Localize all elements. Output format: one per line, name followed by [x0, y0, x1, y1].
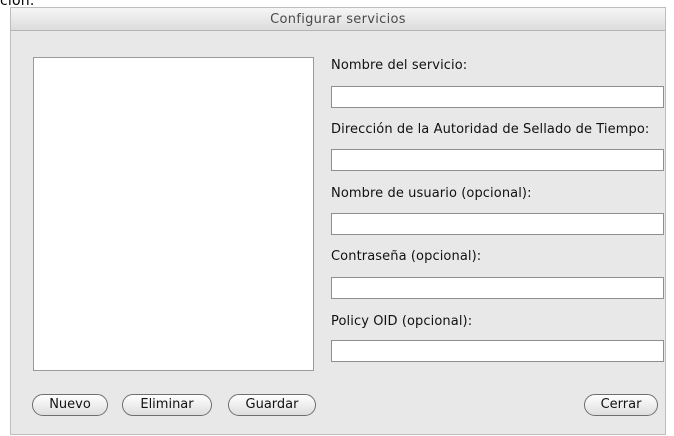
dialog-title: Configurar servicios	[11, 8, 665, 31]
delete-button[interactable]: Eliminar	[122, 394, 212, 416]
policy-oid-label: Policy OID (opcional):	[331, 314, 473, 329]
tsa-address-label: Dirección de la Autoridad de Sellado de …	[331, 122, 650, 137]
new-button[interactable]: Nuevo	[32, 394, 108, 416]
service-list[interactable]	[33, 57, 314, 371]
username-input[interactable]	[331, 213, 664, 235]
configure-services-dialog: Configurar servicios Nombre del servicio…	[10, 7, 666, 435]
password-input[interactable]	[331, 277, 664, 299]
password-label: Contraseña (opcional):	[331, 249, 482, 264]
policy-oid-input[interactable]	[331, 340, 664, 362]
service-name-input[interactable]	[331, 86, 664, 108]
username-label: Nombre de usuario (opcional):	[331, 186, 532, 201]
service-name-label: Nombre del servicio:	[331, 58, 468, 73]
tsa-address-input[interactable]	[331, 149, 664, 171]
close-button[interactable]: Cerrar	[584, 394, 658, 416]
save-button[interactable]: Guardar	[228, 394, 316, 416]
